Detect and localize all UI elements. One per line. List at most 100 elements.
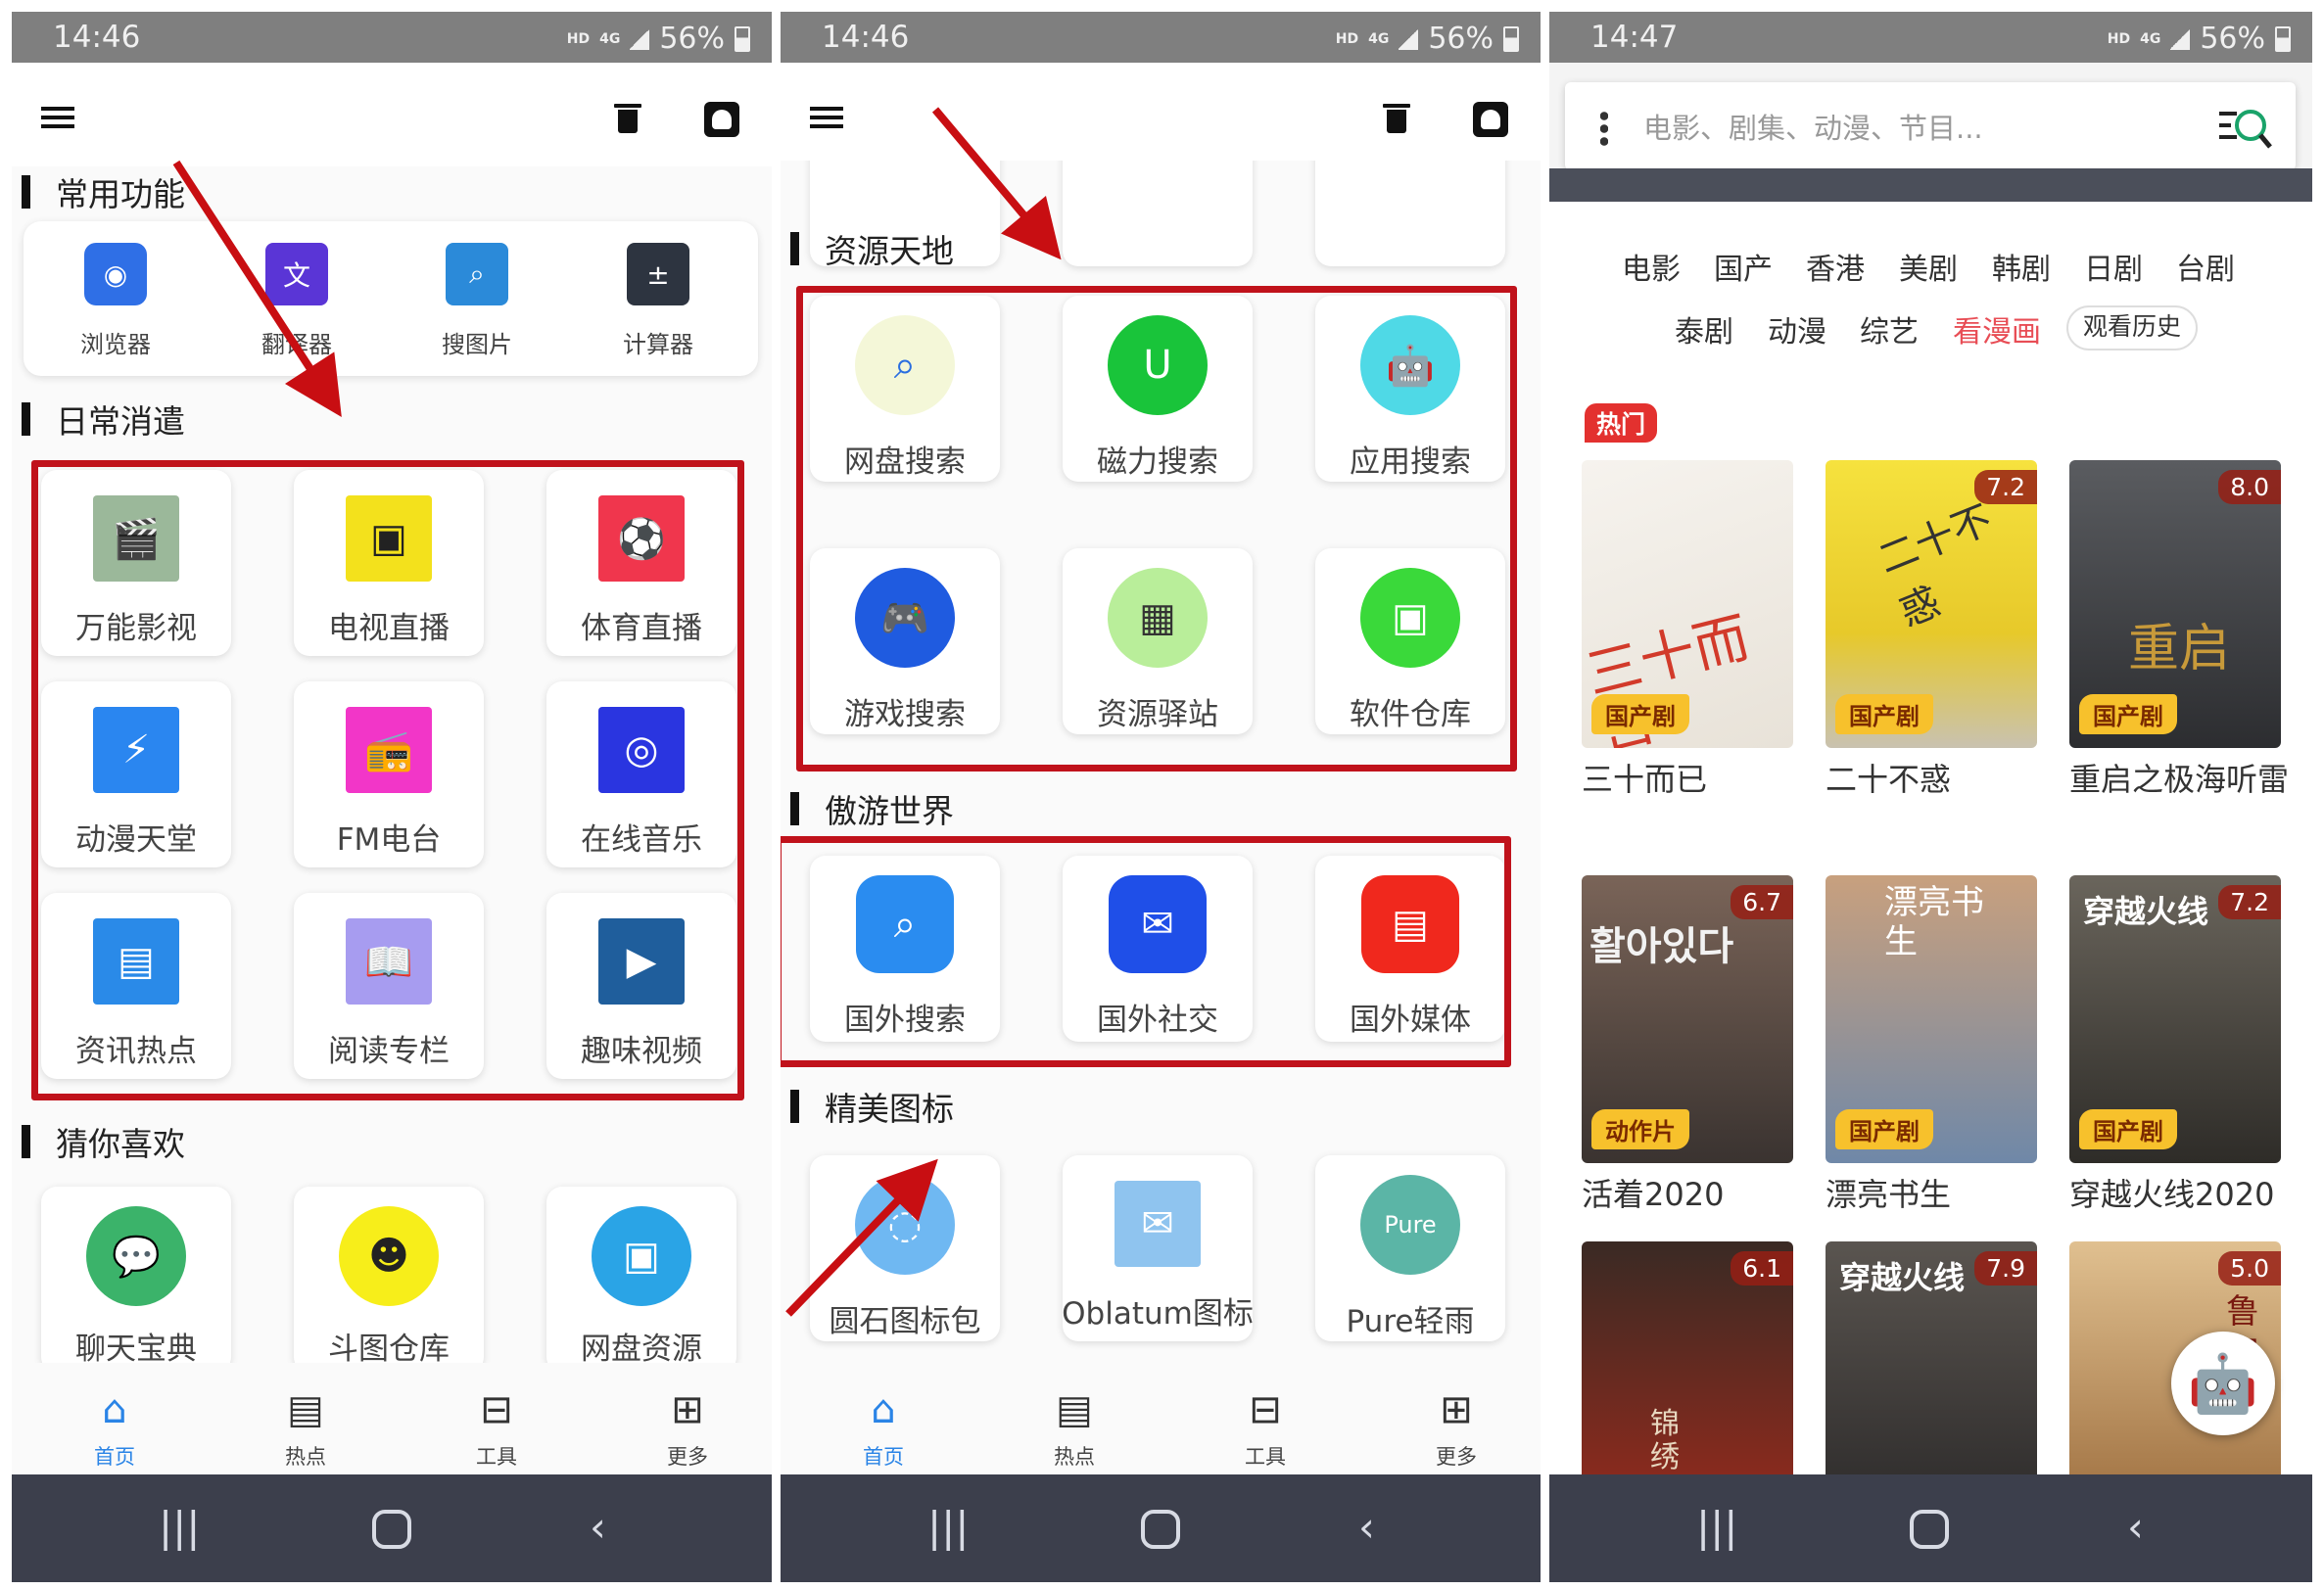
search-icon[interactable] — [2217, 102, 2272, 151]
recents-icon[interactable]: ||| — [159, 1502, 200, 1553]
category-taiwan[interactable]: 台剧 — [2176, 245, 2235, 288]
tab-home[interactable]: ⌂ 首页 — [834, 1363, 932, 1471]
category-variety[interactable]: 综艺 — [1860, 307, 1919, 351]
poster-card[interactable]: 重启 8.0 国产剧 — [2069, 460, 2281, 748]
poster-card[interactable]: 三十而已 国产剧 — [1582, 460, 1793, 748]
poster-title[interactable]: 穿越火线2020 — [2069, 1169, 2295, 1220]
tab-more[interactable]: ⊞ 更多 — [639, 1363, 736, 1471]
category-us[interactable]: 美剧 — [1899, 245, 1958, 288]
screen-home-2: 14:46 HD 4G 56% 资源天地 ⌕ 网盘搜索 U 磁力搜索 🤖 应用搜索 🎮 游戏… — [781, 12, 1541, 1582]
status-bar: 14:46 HD 4G 56% — [12, 12, 772, 63]
back-icon[interactable]: ‹ — [590, 1502, 606, 1553]
system-nav-bar: ||| ‹ — [781, 1474, 1541, 1582]
category-hongkong[interactable]: 香港 — [1806, 245, 1865, 288]
category-domestic[interactable]: 国产 — [1714, 245, 1773, 288]
home-icon: ⌂ — [871, 1387, 896, 1432]
tile-memes[interactable]: ☻ 斗图仓库 — [294, 1187, 484, 1373]
recents-icon[interactable]: ||| — [1696, 1502, 1737, 1553]
home-nav-icon[interactable] — [1910, 1510, 1949, 1549]
category-comics[interactable]: 看漫画 — [1953, 307, 2041, 351]
rating-badge: 5.0 — [2218, 1251, 2281, 1286]
chat-icon: 💬 — [86, 1206, 186, 1306]
tile-chat[interactable]: 💬 聊天宝典 — [41, 1187, 231, 1373]
tab-more[interactable]: ⊞ 更多 — [1407, 1363, 1505, 1471]
hd-icon: HD — [2107, 30, 2131, 47]
github-icon[interactable] — [704, 102, 739, 137]
signal-icon — [1399, 27, 1419, 50]
search-bar[interactable]: 电影、剧集、动漫、节目... — [1565, 82, 2296, 170]
poster-card[interactable]: 漂亮书生 国产剧 — [1826, 875, 2037, 1163]
highlight-box-world — [781, 836, 1511, 1067]
section-title-resources: 资源天地 — [790, 225, 954, 272]
system-nav-bar: ||| ‹ — [12, 1474, 772, 1582]
poster-title[interactable]: 三十而已 — [1582, 754, 1807, 805]
section-title-world: 傲游世界 — [790, 785, 954, 832]
home-nav-icon[interactable] — [372, 1510, 411, 1549]
recents-icon[interactable]: ||| — [927, 1502, 969, 1553]
category-korean[interactable]: 韩剧 — [1992, 245, 2051, 288]
oblatum-icon: ✉ — [1115, 1181, 1201, 1267]
category-anime[interactable]: 动漫 — [1768, 307, 1826, 351]
tile-disk-resources[interactable]: ▣ 网盘资源 — [546, 1187, 736, 1373]
tile-pure-icons[interactable]: Pure Pure轻雨 — [1315, 1155, 1505, 1341]
tile-oblatum-icons[interactable]: ✉ Oblatum图标 — [1062, 1155, 1254, 1341]
menu-icon[interactable] — [810, 107, 843, 128]
genre-badge: 国产剧 — [1835, 1109, 1933, 1149]
poster-art: 穿越火线 — [1839, 1259, 1966, 1296]
app-bar — [12, 63, 772, 166]
smiley-icon: ☻ — [339, 1206, 439, 1306]
home-icon: ⌂ — [102, 1387, 127, 1432]
quick-calculator[interactable]: ± 计算器 — [585, 243, 732, 359]
rating-badge: 6.1 — [1731, 1251, 1793, 1286]
poster-title[interactable]: 漂亮书生 — [1826, 1169, 2051, 1220]
category-japanese[interactable]: 日剧 — [2084, 245, 2143, 288]
category-thai[interactable]: 泰剧 — [1675, 307, 1733, 351]
battery-icon — [1503, 25, 1519, 52]
poster-card[interactable]: 穿越火线 7.2 国产剧 — [2069, 875, 2281, 1163]
battery-percent: 56% — [659, 22, 725, 56]
tab-home[interactable]: ⌂ 首页 — [66, 1363, 164, 1471]
poster-art: 활아있다 — [1589, 924, 1734, 969]
quick-image-search[interactable]: ⌕ 搜图片 — [403, 243, 550, 359]
quick-browser[interactable]: ◉ 浏览器 — [42, 243, 189, 359]
toolbox-icon: ⊟ — [1249, 1387, 1282, 1432]
status-bar: 14:47 HD 4G 56% — [1549, 12, 2312, 63]
tab-hot[interactable]: ▤ 热点 — [257, 1363, 355, 1471]
system-nav-bar: ||| ‹ — [1549, 1474, 2312, 1582]
menu-icon[interactable] — [41, 107, 74, 128]
poster-card[interactable]: 二十不惑 7.2 国产剧 — [1826, 460, 2037, 748]
rating-badge: 7.2 — [2218, 885, 2281, 919]
status-bar: 14:46 HD 4G 56% — [781, 12, 1541, 63]
genre-badge: 国产剧 — [1591, 694, 1689, 734]
poster-title[interactable]: 重启之极海听雷 — [2069, 754, 2295, 805]
browser-icon: ◉ — [84, 243, 147, 305]
translate-icon: 文 — [265, 243, 328, 305]
signal-icon — [2170, 27, 2191, 50]
poster-card[interactable]: 활아있다 6.7 动作片 — [1582, 875, 1793, 1163]
poster-title[interactable]: 活着2020 — [1582, 1169, 1807, 1220]
assistant-bot-icon[interactable]: 🤖 — [2171, 1332, 2275, 1435]
search-input[interactable]: 电影、剧集、动漫、节目... — [1643, 106, 1983, 147]
tab-tools[interactable]: ⊟ 工具 — [1216, 1363, 1314, 1471]
trash-icon[interactable] — [1383, 104, 1410, 133]
article-icon: ▤ — [1056, 1387, 1093, 1432]
network-icon: 4G — [1368, 30, 1390, 47]
poster-title[interactable]: 二十不惑 — [1826, 754, 2051, 805]
category-movie[interactable]: 电影 — [1622, 245, 1681, 288]
highlight-box-daily — [31, 460, 744, 1100]
genre-badge: 动作片 — [1591, 1109, 1689, 1149]
divider-bar — [1549, 168, 2312, 202]
grid-icon: ⊞ — [1440, 1387, 1473, 1432]
more-icon[interactable] — [1600, 110, 1608, 147]
watch-history-button[interactable]: 观看历史 — [2066, 305, 2198, 351]
status-time: 14:46 — [53, 20, 141, 55]
back-icon[interactable]: ‹ — [1358, 1502, 1375, 1553]
github-icon[interactable] — [1473, 102, 1508, 137]
section-title-guess: 猜你喜欢 — [22, 1118, 185, 1165]
tab-tools[interactable]: ⊟ 工具 — [448, 1363, 545, 1471]
home-nav-icon[interactable] — [1141, 1510, 1180, 1549]
tab-hot[interactable]: ▤ 热点 — [1025, 1363, 1123, 1471]
trash-icon[interactable] — [614, 104, 641, 133]
poster-art: 重启 — [2128, 620, 2231, 678]
back-icon[interactable]: ‹ — [2127, 1502, 2144, 1553]
